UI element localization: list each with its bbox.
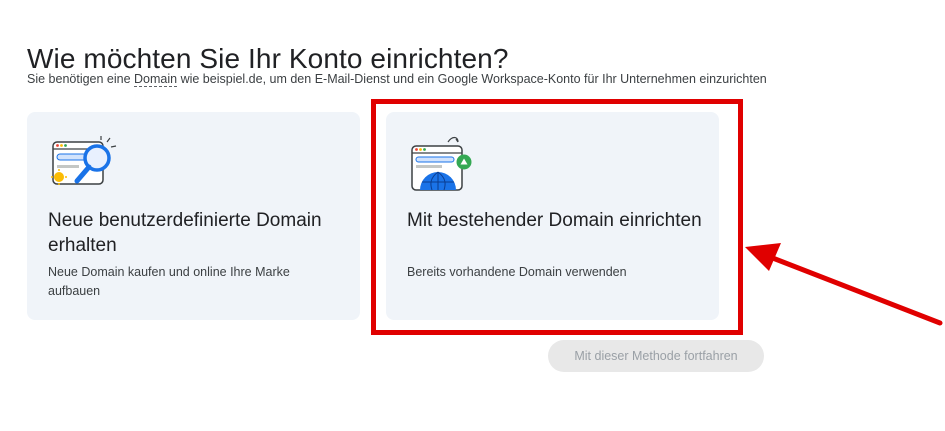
option-card-new-domain[interactable]: Neue benutzerdefinierte Domain erhalten … <box>27 112 360 320</box>
existing-domain-globe-icon <box>408 134 480 196</box>
option-description: Bereits vorhandene Domain verwenden <box>407 265 627 279</box>
red-arrow-icon <box>745 243 943 326</box>
option-title: Neue benutzerdefinierte Domain erhalten <box>48 210 322 256</box>
option-description: Neue Domain kaufen und online Ihre Marke… <box>48 265 290 298</box>
domain-help-link[interactable]: Domain <box>134 72 178 87</box>
subtitle-prefix: Sie benötigen eine <box>27 72 135 86</box>
domain-search-icon <box>49 134 121 196</box>
subtitle-suffix: wie beispiel.de, um den E-Mail-Dienst un… <box>177 72 767 86</box>
page-title: Wie möchten Sie Ihr Konto einrichten? <box>27 42 509 74</box>
page-subtitle: Sie benötigen eine Domain wie beispiel.d… <box>27 72 767 87</box>
option-card-existing-domain[interactable]: Mit bestehender Domain einrichten Bereit… <box>386 112 719 320</box>
continue-button[interactable]: Mit dieser Methode fortfahren <box>548 340 764 372</box>
option-title: Mit bestehender Domain einrichten <box>407 210 702 231</box>
